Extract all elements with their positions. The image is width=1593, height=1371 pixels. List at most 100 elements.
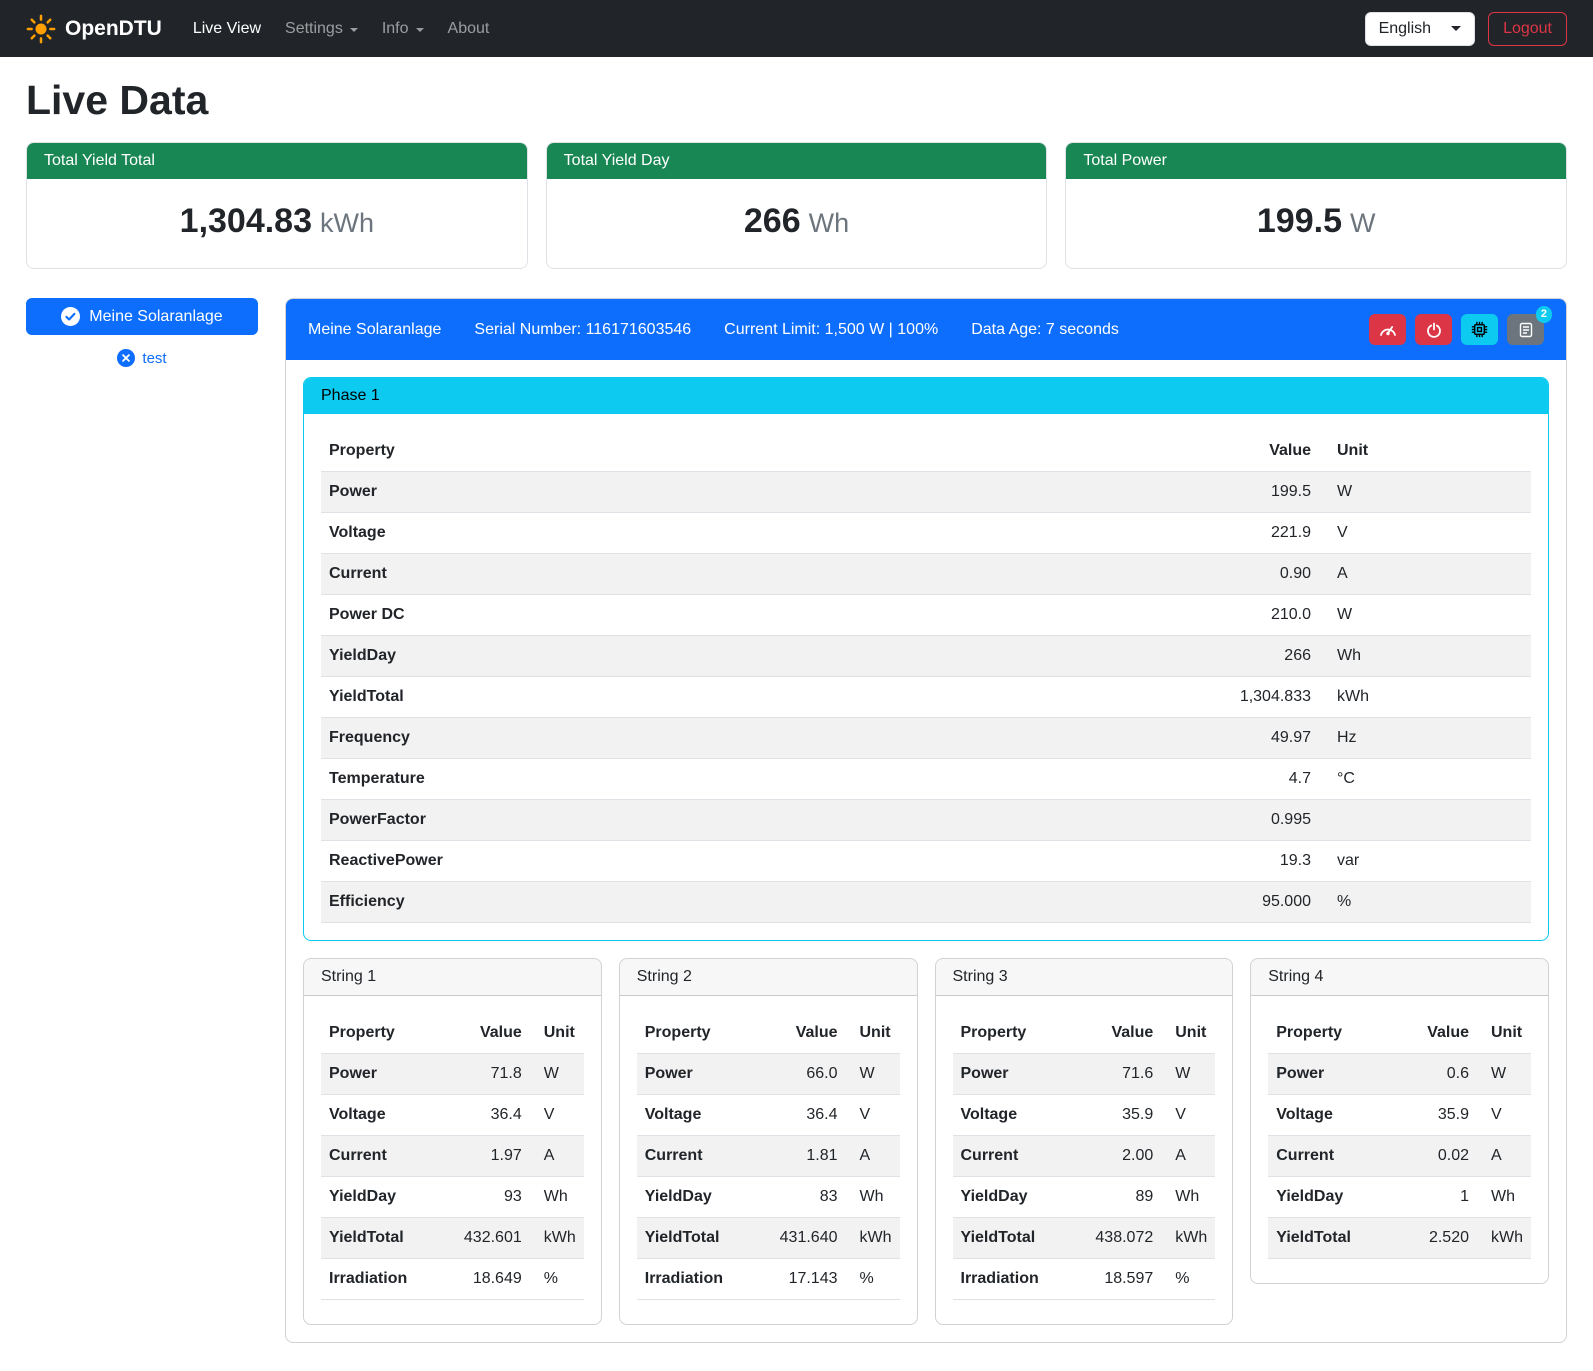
value-cell: 19.3 — [1179, 841, 1319, 882]
language-select[interactable]: English — [1365, 12, 1475, 46]
nav-about[interactable]: About — [439, 12, 499, 46]
table-row: YieldTotal431.640kWh — [637, 1218, 900, 1259]
value-cell: 2.520 — [1399, 1218, 1477, 1259]
unit-cell: V — [1161, 1095, 1215, 1136]
column-header-value: Value — [1399, 1013, 1477, 1054]
unit-cell: A — [1319, 554, 1531, 595]
power-toggle-button[interactable] — [1415, 314, 1452, 345]
string-card-3: String 3 Property Value Unit — [935, 958, 1234, 1325]
property-cell: Power — [1268, 1054, 1399, 1095]
property-cell: Temperature — [321, 759, 1179, 800]
nav-settings-label: Settings — [285, 20, 343, 38]
chevron-down-icon — [416, 28, 424, 32]
unit-cell: % — [1319, 882, 1531, 923]
property-cell: Efficiency — [321, 882, 1179, 923]
value-cell: 0.995 — [1179, 800, 1319, 841]
device-info-button[interactable] — [1461, 314, 1498, 345]
table-row: Power71.8W — [321, 1054, 584, 1095]
inverter-actions: 2 — [1369, 314, 1544, 345]
inverter-sidebar: Meine Solaranlage test — [26, 298, 258, 367]
value-cell: 66.0 — [768, 1054, 846, 1095]
nav-settings[interactable]: Settings — [276, 12, 367, 46]
table-row: Irradiation18.597% — [953, 1259, 1216, 1300]
sidebar-item-test[interactable]: test — [26, 349, 258, 367]
table-row: Irradiation18.649% — [321, 1259, 584, 1300]
property-cell: YieldTotal — [321, 677, 1179, 718]
sidebar-item-meine-solaranlage[interactable]: Meine Solaranlage — [26, 298, 258, 335]
unit-cell: kWh — [1477, 1218, 1531, 1259]
value-cell: 2.00 — [1083, 1136, 1161, 1177]
summary-card-body: 199.5W — [1066, 179, 1566, 268]
table-row: Current0.90A — [321, 554, 1531, 595]
unit-cell: % — [530, 1259, 584, 1300]
property-cell: YieldTotal — [637, 1218, 768, 1259]
summary-card-total-power: Total Power 199.5W — [1065, 142, 1567, 269]
summary-card-value: 266 — [744, 202, 801, 240]
page-title: Live Data — [26, 77, 1567, 124]
column-header-property: Property — [953, 1013, 1084, 1054]
unit-cell: W — [1161, 1054, 1215, 1095]
property-cell: YieldDay — [1268, 1177, 1399, 1218]
logout-button[interactable]: Logout — [1488, 12, 1567, 46]
property-cell: YieldDay — [321, 1177, 452, 1218]
unit-cell: A — [846, 1136, 900, 1177]
summary-card-title: Total Yield Total — [27, 143, 527, 179]
brand[interactable]: OpenDTU — [26, 14, 162, 44]
property-cell: YieldDay — [637, 1177, 768, 1218]
unit-cell: W — [530, 1054, 584, 1095]
check-circle-icon — [61, 307, 80, 326]
inverter-serial: Serial Number: 116171603546 — [474, 321, 691, 339]
power-icon — [1426, 322, 1442, 338]
property-cell: Power — [637, 1054, 768, 1095]
unit-cell: % — [846, 1259, 900, 1300]
table-row: Irradiation17.143% — [637, 1259, 900, 1300]
column-header-property: Property — [637, 1013, 768, 1054]
table-row: Frequency49.97Hz — [321, 718, 1531, 759]
value-cell: 83 — [768, 1177, 846, 1218]
table-row: Power71.6W — [953, 1054, 1216, 1095]
unit-cell: A — [1477, 1136, 1531, 1177]
table-header-row: Property Value Unit — [1268, 1013, 1531, 1054]
table-row: Power199.5W — [321, 472, 1531, 513]
value-cell: 4.7 — [1179, 759, 1319, 800]
table-row: ReactivePower19.3var — [321, 841, 1531, 882]
strings-grid: String 1 Property Value Unit — [303, 958, 1549, 1325]
table-row: Voltage35.9V — [953, 1095, 1216, 1136]
property-cell: PowerFactor — [321, 800, 1179, 841]
table-row: YieldDay266Wh — [321, 636, 1531, 677]
unit-cell: V — [530, 1095, 584, 1136]
journal-icon — [1518, 322, 1534, 338]
property-cell: YieldTotal — [321, 1218, 452, 1259]
limit-settings-button[interactable] — [1369, 314, 1406, 345]
unit-cell: kWh — [530, 1218, 584, 1259]
column-header-unit: Unit — [1477, 1013, 1531, 1054]
column-header-property: Property — [321, 431, 1179, 472]
value-cell: 431.640 — [768, 1218, 846, 1259]
nav-info[interactable]: Info — [373, 12, 433, 46]
value-cell: 89 — [1083, 1177, 1161, 1218]
value-cell: 1.81 — [768, 1136, 846, 1177]
sun-icon — [26, 14, 56, 44]
summary-card-body: 1,304.83kWh — [27, 179, 527, 268]
summary-card-value: 199.5 — [1257, 202, 1342, 240]
nav-live-view-label: Live View — [193, 20, 261, 38]
property-cell: Frequency — [321, 718, 1179, 759]
table-row: Temperature4.7°C — [321, 759, 1531, 800]
value-cell: 36.4 — [452, 1095, 530, 1136]
summary-card-body: 266Wh — [547, 179, 1047, 268]
table-row: YieldDay93Wh — [321, 1177, 584, 1218]
event-log-button[interactable]: 2 — [1507, 314, 1544, 345]
column-header-property: Property — [1268, 1013, 1399, 1054]
brand-label: OpenDTU — [65, 17, 162, 41]
property-cell: Current — [953, 1136, 1084, 1177]
unit-cell: kWh — [1319, 677, 1531, 718]
summary-card-value: 1,304.83 — [180, 202, 312, 240]
sidebar-item-label: test — [142, 350, 166, 367]
value-cell: 1.97 — [452, 1136, 530, 1177]
table-row: PowerFactor0.995 — [321, 800, 1531, 841]
table-header-row: Property Value Unit — [321, 1013, 584, 1054]
phase-table: Property Value Unit Power199.5WVoltage22… — [321, 431, 1531, 923]
unit-cell: V — [846, 1095, 900, 1136]
nav-live-view[interactable]: Live View — [184, 12, 270, 46]
value-cell: 93 — [452, 1177, 530, 1218]
